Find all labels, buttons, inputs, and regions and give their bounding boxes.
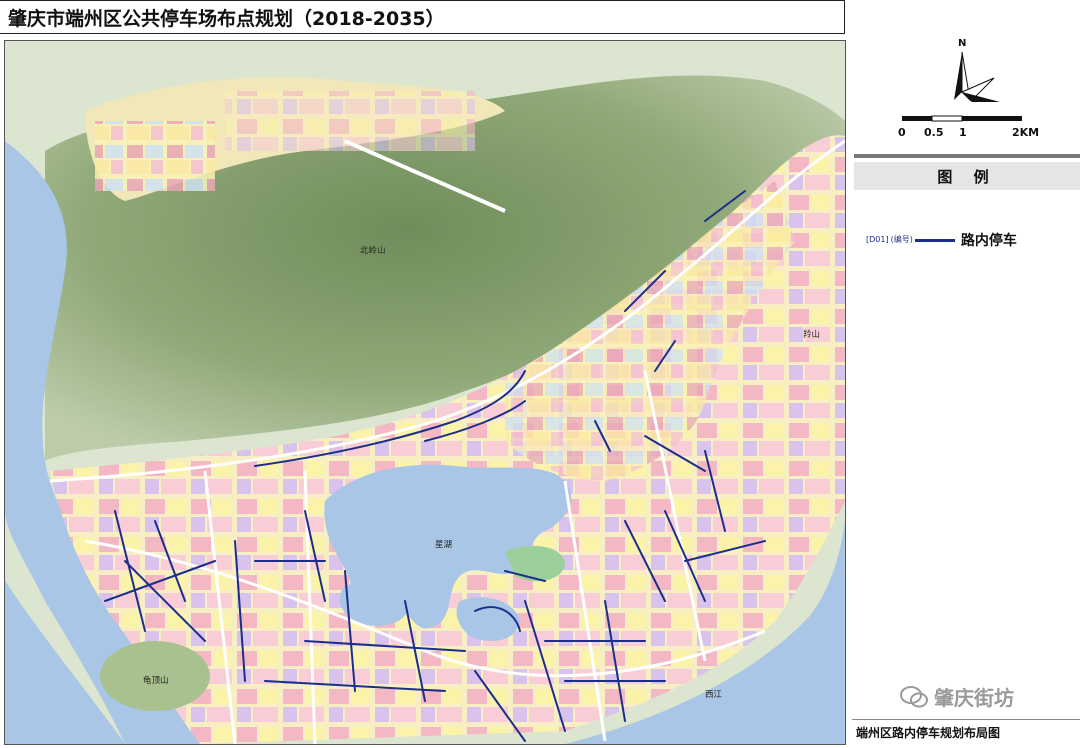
scale-tick-3: 2KM: [1012, 126, 1039, 139]
legend-body: [D01] (编号) 路内停车: [854, 190, 1080, 690]
north-label: N: [958, 38, 966, 49]
label-xinghu: 星湖: [435, 540, 452, 550]
legend-code: [D01]: [866, 235, 889, 244]
scale-tick-1: 0.5: [924, 126, 944, 139]
scale-tick-2: 1: [959, 126, 967, 139]
label-xijiang: 西江: [705, 690, 723, 700]
side-panel: N 0 0.5 1 2KM 图 例 [D01] (编号) 路内停车: [850, 0, 1080, 747]
footer-caption: 端州区路内停车规划布局图: [856, 726, 1001, 740]
footer-bar: 端州区路内停车规划布局图: [852, 719, 1080, 748]
wechat-icon: [900, 685, 928, 707]
compass-and-scale: N 0 0.5 1 2KM: [898, 38, 1039, 139]
map-canvas[interactable]: 北岭山 羚山 星湖 龟顶山 西江: [5, 41, 845, 744]
panel-divider: [854, 154, 1080, 158]
title-bar: 肇庆市端州区公共停车场布点规划（2018-2035）: [0, 0, 845, 34]
watermark-text: 肇庆街坊: [934, 686, 1014, 710]
label-guidingshan: 龟顶山: [143, 675, 169, 686]
label-lingshan: 羚山: [803, 329, 820, 340]
page-title: 肇庆市端州区公共停车场布点规划（2018-2035）: [8, 7, 445, 30]
compass-scale-box: N 0 0.5 1 2KM: [854, 30, 1074, 150]
legend-note: (编号): [890, 235, 913, 244]
label-beiling: 北岭山: [360, 245, 386, 256]
legend-line-swatch: [914, 238, 955, 242]
map-frame[interactable]: 北岭山 羚山 星湖 龟顶山 西江: [4, 40, 846, 745]
scale-tick-0: 0: [898, 126, 906, 139]
legend-label: 路内停车: [960, 233, 1017, 249]
north-blocks: [95, 121, 215, 191]
legend-heading: 图 例: [854, 162, 1080, 190]
scale-bar: [902, 115, 1022, 122]
watermark: 肇庆街坊: [900, 682, 1014, 711]
legend-item-onstreet: [D01] (编号) 路内停车: [866, 230, 1017, 250]
north-arrow-icon: [954, 51, 1000, 102]
